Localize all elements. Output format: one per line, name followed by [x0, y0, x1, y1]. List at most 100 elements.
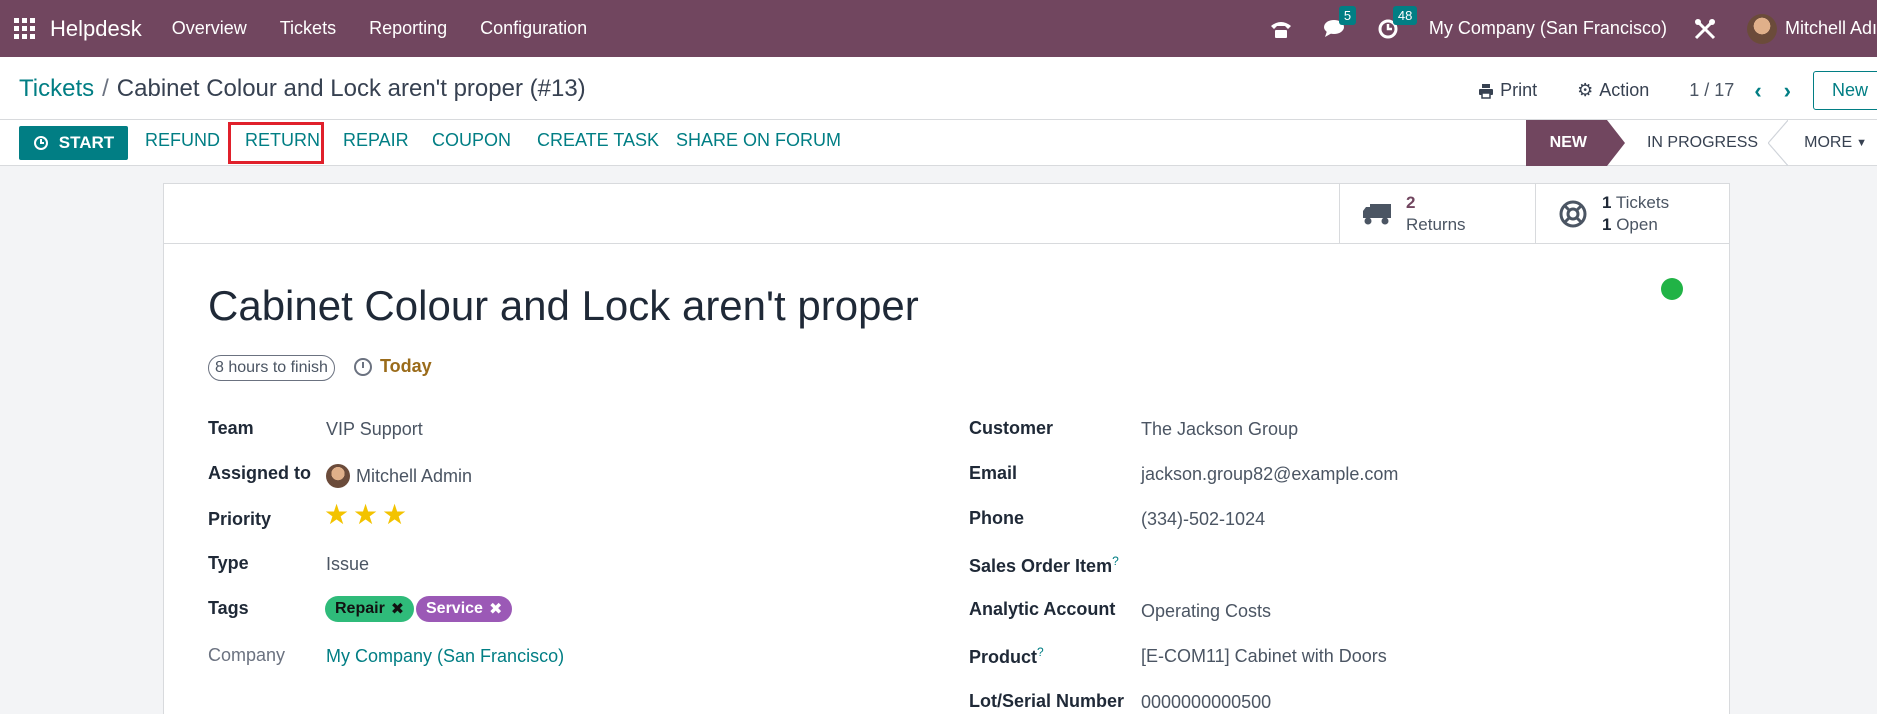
status-bar: NEW IN PROGRESS MORE ▼ — [1525, 120, 1877, 166]
priority-label: Priority — [208, 509, 272, 529]
tickets-count: 1 — [1602, 193, 1612, 212]
coupon-button[interactable]: COUPON — [432, 130, 511, 151]
start-button[interactable]: START — [19, 126, 128, 160]
star-icon[interactable]: ★ — [353, 498, 378, 531]
close-icon[interactable]: ✖ — [391, 599, 404, 619]
close-icon[interactable]: ✖ — [489, 599, 502, 619]
sla-badge: 8 hours to finish — [208, 355, 335, 381]
chevron-right-icon[interactable]: › — [1784, 78, 1791, 104]
company-switcher[interactable]: My Company (San Francisco) — [1429, 18, 1667, 39]
user-avatar[interactable] — [1746, 13, 1777, 44]
returns-count: 2 — [1406, 193, 1416, 212]
ticket-form-sheet: 2 Returns 1 Tickets 1 Open Cabinet Colour … — [163, 183, 1730, 714]
tag-repair-label: Repair — [335, 600, 385, 617]
assigned-label: Assigned to — [208, 463, 312, 483]
type-label: Type — [208, 553, 249, 573]
phone-icon[interactable] — [1269, 18, 1293, 40]
repair-button[interactable]: REPAIR — [343, 130, 409, 151]
type-field[interactable]: Issue — [326, 554, 369, 575]
app-grid-icon[interactable] — [14, 17, 36, 40]
chat-icon[interactable]: 5 — [1323, 5, 1357, 40]
tags-label: Tags — [208, 598, 249, 618]
lot-serial-label: Lot/Serial Number — [969, 691, 1125, 711]
clock-icon — [33, 136, 48, 150]
life-ring-icon — [1559, 200, 1587, 228]
messages-badge: 5 — [1338, 5, 1357, 25]
team-field[interactable]: VIP Support — [326, 419, 423, 440]
customer-label: Customer — [969, 418, 1054, 438]
start-label: START — [58, 133, 115, 152]
open-count: 1 — [1602, 215, 1612, 234]
top-navbar: Helpdesk Overview Tickets Reporting Conf… — [0, 0, 1877, 57]
gear-icon: ⚙ — [1577, 80, 1594, 100]
assignee-avatar — [326, 464, 350, 488]
product-field[interactable]: [E-COM11] Cabinet with Doors — [1141, 646, 1387, 667]
menu-tickets[interactable]: Tickets — [280, 18, 336, 39]
assigned-value: Mitchell Admin — [356, 465, 473, 486]
customer-field[interactable]: The Jackson Group — [1141, 419, 1298, 440]
assigned-field[interactable]: Mitchell Admin — [326, 464, 472, 488]
analytic-account-field[interactable]: Operating Costs — [1141, 601, 1271, 622]
phone-label: Phone — [969, 508, 1025, 528]
action-label: Action — [1599, 80, 1650, 100]
ticket-title[interactable]: Cabinet Colour and Lock aren't proper — [208, 282, 919, 330]
company-field[interactable]: My Company (San Francisco) — [326, 646, 564, 667]
breadcrumb-separator: / — [102, 75, 109, 102]
stage-more-dropdown[interactable]: MORE ▼ — [1788, 120, 1877, 166]
smart-buttons-row: 2 Returns 1 Tickets 1 Open — [164, 184, 1729, 244]
activity-clock-icon[interactable]: 48 — [1377, 5, 1418, 40]
create-task-button[interactable]: CREATE TASK — [537, 130, 659, 151]
sales-order-item-field[interactable] — [1141, 555, 1441, 577]
print-label: Print — [1500, 80, 1538, 100]
returns-label: Returns — [1406, 215, 1466, 234]
action-button[interactable]: ⚙ Action — [1577, 80, 1649, 101]
product-label: Product? — [969, 645, 1044, 668]
breadcrumb: Tickets / Cabinet Colour and Lock aren't p… — [19, 75, 586, 103]
tag-repair: Repair ✖ — [325, 596, 415, 622]
control-panel: Tickets / Cabinet Colour and Lock aren't p… — [0, 57, 1877, 120]
sales-order-item-label-text: Sales Order Item — [969, 556, 1113, 576]
kanban-state-dot[interactable] — [1661, 278, 1683, 300]
priority-widget[interactable]: ★ ★ ★ — [324, 498, 424, 532]
returns-smart-button[interactable]: 2 Returns — [1339, 184, 1535, 244]
help-icon[interactable]: ? — [1112, 554, 1119, 568]
help-icon[interactable]: ? — [1037, 645, 1044, 659]
tickets-smart-button[interactable]: 1 Tickets 1 Open — [1535, 184, 1729, 244]
return-highlight-box — [228, 122, 324, 164]
menu-configuration[interactable]: Configuration — [480, 18, 587, 39]
activities-badge: 48 — [1392, 5, 1418, 25]
star-icon[interactable]: ★ — [382, 498, 407, 531]
tickets-label: Tickets — [1615, 193, 1670, 212]
new-button[interactable]: New — [1812, 71, 1877, 110]
user-name[interactable]: Mitchell Adı — [1785, 18, 1877, 39]
stage-new[interactable]: NEW — [1525, 120, 1626, 166]
chevron-left-icon[interactable]: ‹ — [1754, 78, 1761, 104]
lot-serial-field[interactable]: 0000000000500 — [1141, 692, 1271, 713]
sales-order-item-label: Sales Order Item? — [969, 554, 1119, 577]
stage-in-progress[interactable]: IN PROGRESS — [1607, 120, 1789, 166]
share-on-forum-button[interactable]: SHARE ON FORUM — [676, 130, 841, 151]
tag-service-label: Service — [426, 600, 483, 617]
caret-down-icon: ▼ — [1856, 137, 1867, 149]
stage-more-label: MORE — [1804, 134, 1853, 151]
printer-icon — [1479, 83, 1494, 99]
tools-icon[interactable] — [1693, 17, 1717, 41]
clock-icon — [354, 357, 372, 376]
deadline[interactable]: Today — [354, 356, 432, 377]
menu-reporting[interactable]: Reporting — [369, 18, 447, 39]
breadcrumb-tickets-link[interactable]: Tickets — [19, 75, 94, 102]
breadcrumb-current: Cabinet Colour and Lock aren't proper (#… — [116, 75, 586, 102]
product-label-text: Product — [969, 647, 1038, 667]
email-field[interactable]: jackson.group82@example.com — [1141, 464, 1398, 485]
pager-value[interactable]: 1 / 17 — [1689, 80, 1734, 101]
tag-service: Service ✖ — [416, 596, 513, 622]
print-button[interactable]: Print — [1478, 80, 1537, 101]
email-label: Email — [969, 463, 1018, 483]
analytic-account-label: Analytic Account — [969, 599, 1116, 619]
app-brand[interactable]: Helpdesk — [50, 16, 142, 42]
menu-overview[interactable]: Overview — [172, 18, 247, 39]
star-icon[interactable]: ★ — [324, 498, 349, 531]
action-bar: START REFUND RETURN REPAIR COUPON CREATE… — [0, 120, 1877, 166]
refund-button[interactable]: REFUND — [145, 130, 220, 151]
phone-field[interactable]: (334)-502-1024 — [1141, 509, 1265, 530]
